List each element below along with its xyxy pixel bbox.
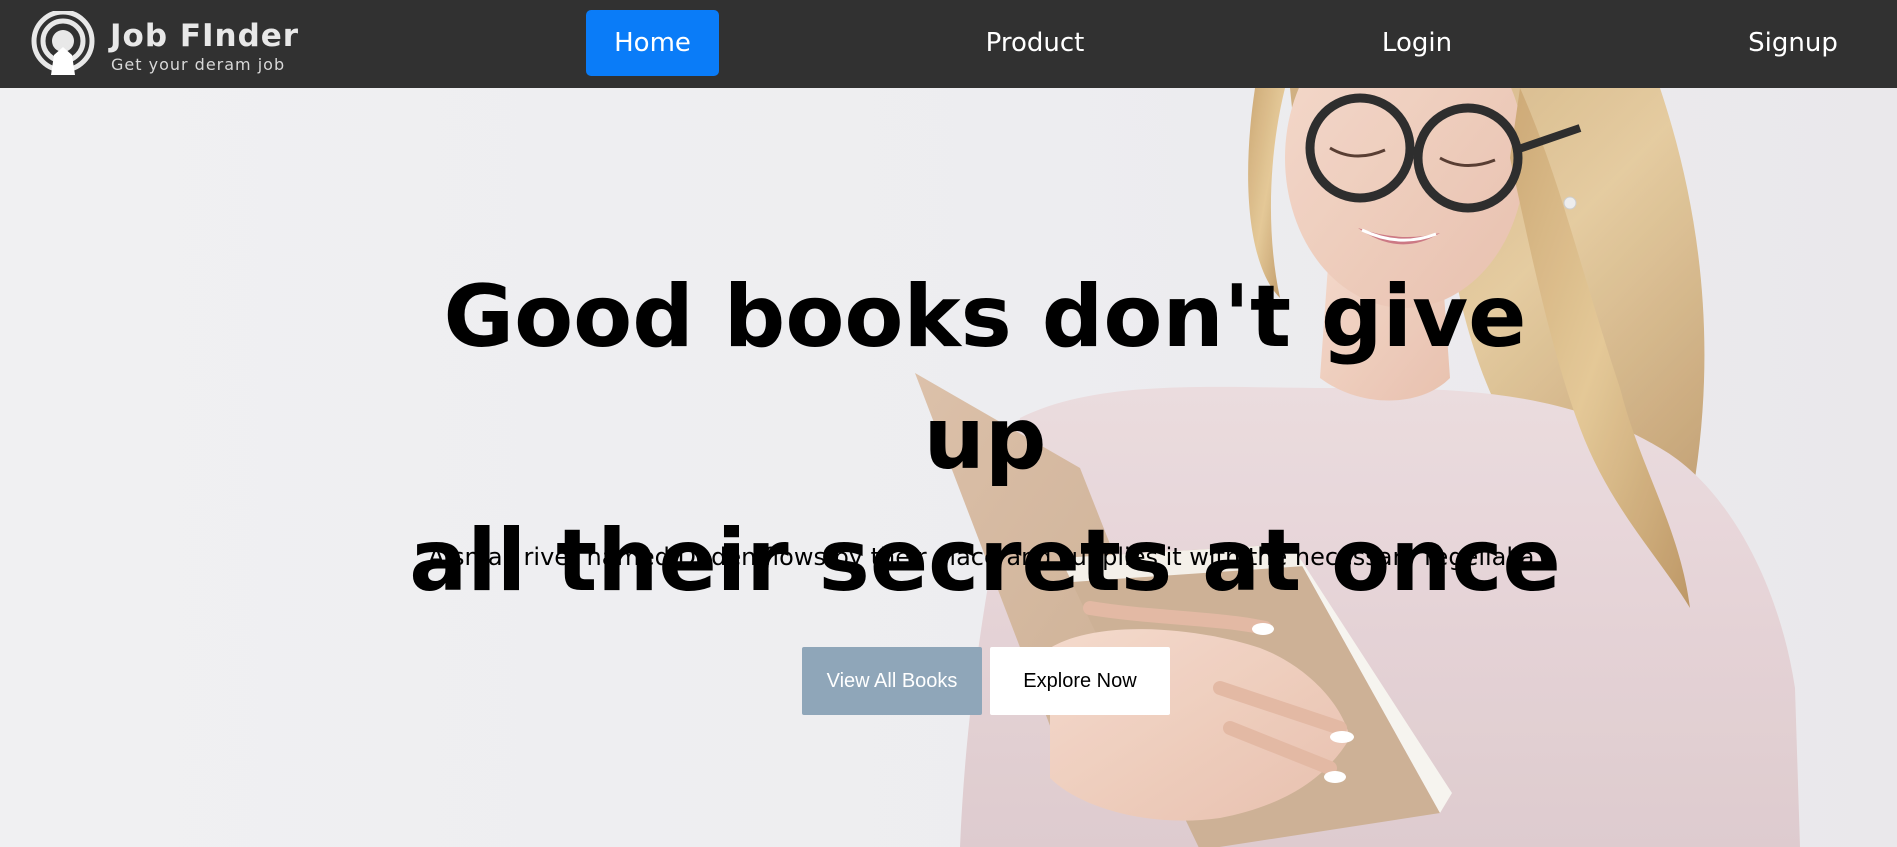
nav-product-link[interactable]: Product [960,10,1110,76]
nav-login-link[interactable]: Login [1350,10,1484,76]
view-all-books-button[interactable]: View All Books [802,647,982,715]
hero-section: Good books don't give up all their secre… [0,88,1897,847]
nav-home-link[interactable]: Home [586,10,719,76]
nav-signup-link[interactable]: Signup [1730,10,1856,76]
hero-subtitle: A small river named Duden flows by their… [427,543,1543,571]
logo-tagline: Get your deram job [111,55,286,74]
page: Job FInder Get your deram job Home Produ… [0,0,1897,847]
navbar: Job FInder Get your deram job Home Produ… [0,0,1897,88]
logo-title: Job FInder [110,18,300,54]
explore-now-button[interactable]: Explore Now [990,647,1170,715]
hero-headline-line1: Good books don't give up [443,267,1527,489]
logo[interactable]: Job FInder Get your deram job [28,11,308,77]
signal-person-icon [31,11,95,75]
